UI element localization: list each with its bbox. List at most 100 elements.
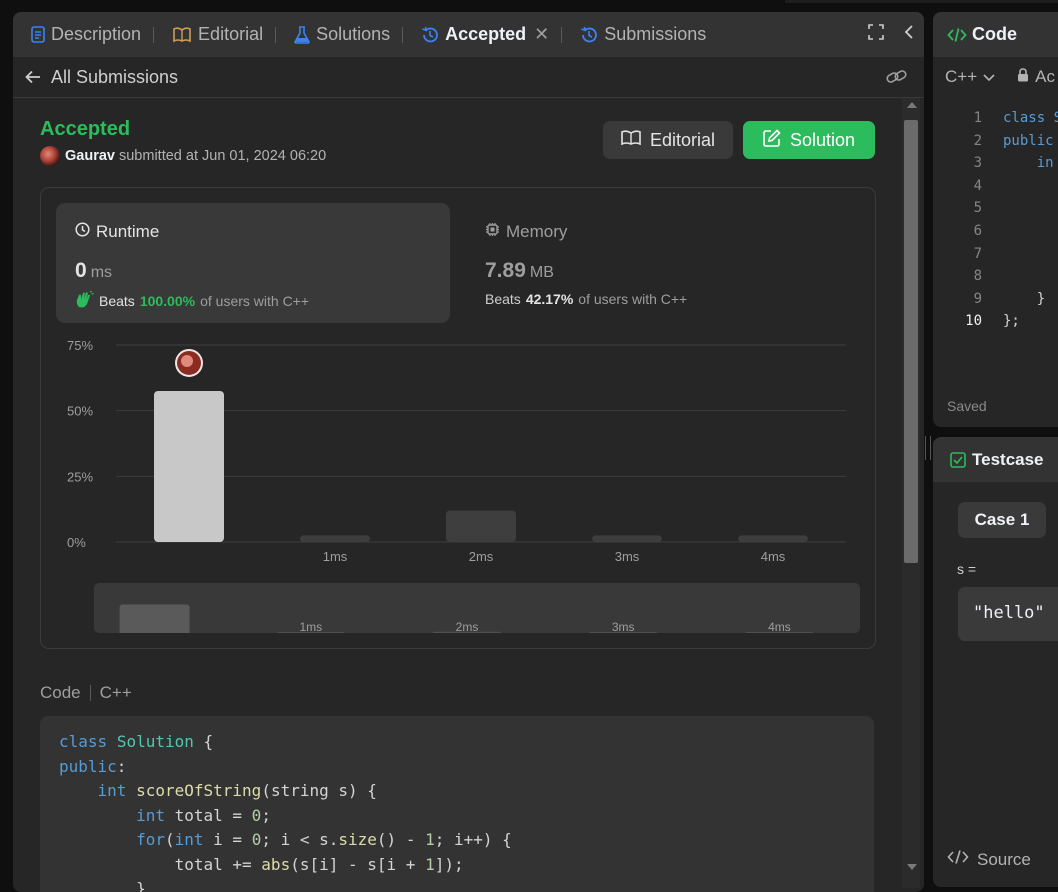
x-tick-label: 3ms <box>615 549 640 564</box>
editorial-button[interactable]: Editorial <box>603 121 733 159</box>
chart-svg: 0% 25% 50% 75% 1ms 2ms 3ms 4ms <box>67 338 846 564</box>
tab-description[interactable]: Description <box>13 12 155 57</box>
all-submissions-link[interactable]: All Submissions <box>51 67 178 88</box>
chart-range-selector[interactable]: 1ms 2ms 3ms 4ms <box>94 583 860 633</box>
editor-line: 4 <box>933 175 1058 198</box>
user-avatar-marker-face <box>181 354 193 367</box>
mini-x-tick-label: 3ms <box>612 620 635 633</box>
scrollbar[interactable] <box>902 98 920 888</box>
solution-button[interactable]: Solution <box>743 121 875 159</box>
tab-solutions[interactable]: Solutions <box>276 12 404 57</box>
editor-line: 6 <box>933 220 1058 243</box>
checkbox-icon <box>950 451 966 468</box>
runtime-beats-suffix: of users with C++ <box>200 293 310 309</box>
mini-x-tick-label: 2ms <box>456 620 479 633</box>
code-token: int <box>136 805 165 825</box>
editor-mode-label[interactable]: Ac <box>1035 67 1055 87</box>
code-token: 0 <box>251 830 262 849</box>
code-token: public <box>59 756 117 776</box>
code-token: (string s) { <box>261 781 377 800</box>
panel-tabbar: Description Editorial Solutions Accepted… <box>13 12 924 57</box>
code-token: class <box>59 732 108 751</box>
runtime-unit: ms <box>90 264 113 281</box>
mini-x-tick-label: 4ms <box>768 620 791 633</box>
line-number: 2 <box>973 132 982 149</box>
language-select-value: C++ <box>945 67 978 86</box>
line-number: 9 <box>973 290 982 307</box>
memory-beats: Beats 42.17% of users with C++ <box>485 291 687 307</box>
code-token: for <box>136 830 165 849</box>
panel-resize-handle[interactable] <box>925 436 931 460</box>
editor-line: 3 in <box>933 152 1058 175</box>
memory-label: Memory <box>506 222 568 241</box>
memory-card[interactable]: Memory 7.89 MB Beats 42.17% of users with… <box>471 203 865 323</box>
case-tab-1[interactable]: Case 1 <box>958 502 1046 538</box>
code-token: size <box>338 830 377 849</box>
runtime-beats-percent: 100.00% <box>139 293 196 309</box>
mini-chart-svg: 1ms 2ms 3ms 4ms <box>119 604 814 633</box>
code-editor[interactable]: 1 class S 2 public 3 in 4 5 6 7 8 9 } 10}; <box>933 107 1058 333</box>
code-token: { <box>193 732 214 751</box>
book-icon <box>621 129 641 151</box>
close-icon[interactable]: ✕ <box>534 24 549 45</box>
runtime-label: Runtime <box>96 222 160 241</box>
chevron-left-icon[interactable] <box>904 24 914 45</box>
submitted-code-block[interactable]: class Solution {public: int scoreOfStrin… <box>40 716 874 892</box>
memory-value: 7.89 MB <box>485 259 554 283</box>
editor-line: 7 <box>933 243 1058 266</box>
editor-line: 10}; <box>933 310 1058 333</box>
x-tick-label: 1ms <box>323 549 348 564</box>
submitter-name[interactable]: Gaurav <box>65 148 115 164</box>
code-token: ( <box>164 830 175 849</box>
runtime-value: 0 ms <box>75 259 112 283</box>
scroll-down-arrow-icon[interactable] <box>907 864 917 870</box>
code-line: int scoreOfString(string s) { <box>59 779 512 804</box>
avatar[interactable] <box>40 146 60 166</box>
memory-beats-prefix: Beats <box>485 291 521 307</box>
clock-icon <box>75 222 90 242</box>
tab-submissions[interactable]: Submissions <box>562 12 706 57</box>
source-link[interactable]: Source <box>947 849 1031 870</box>
code-token: () - <box>376 830 426 849</box>
runtime-card[interactable]: Runtime 0 ms Beats 100.00% of users with … <box>56 203 450 323</box>
code-token: total += <box>59 854 262 874</box>
code-token: Solution <box>116 732 194 751</box>
tab-editorial[interactable]: Editorial <box>154 12 277 57</box>
document-icon <box>31 26 45 43</box>
chart-bar <box>592 535 662 542</box>
code-section-header: Code C++ <box>40 683 132 703</box>
editor-line: 8 <box>933 265 1058 288</box>
memory-beats-suffix: of users with C++ <box>578 291 688 307</box>
source-label: Source <box>977 849 1031 869</box>
solution-button-label: Solution <box>789 129 856 150</box>
y-tick-label: 75% <box>67 338 93 353</box>
y-tick-label: 50% <box>67 404 93 419</box>
runtime-number: 0 <box>75 259 87 282</box>
tab-editorial-label: Editorial <box>198 24 264 44</box>
input-variable-field[interactable]: "hello" <box>958 587 1058 641</box>
back-arrow-icon[interactable] <box>25 70 41 84</box>
scroll-up-arrow-icon[interactable] <box>907 102 917 108</box>
memory-header: Memory <box>485 222 567 242</box>
code-lines: class Solution {public: int scoreOfStrin… <box>59 730 512 892</box>
language-select[interactable]: C++ <box>945 67 995 87</box>
code-token: (s[i] - s[i + <box>290 854 426 874</box>
code-line: total += abs(s[i] - s[i + 1]); <box>59 853 512 878</box>
book-icon <box>172 26 192 43</box>
code-brackets-icon <box>947 27 967 43</box>
code-token: scoreOfString <box>136 781 262 800</box>
tab-solutions-label: Solutions <box>316 24 391 44</box>
code-panel-header: Code <box>933 12 1058 57</box>
editor-line-text: in <box>1003 155 1054 172</box>
link-icon[interactable] <box>886 68 908 91</box>
tab-accepted[interactable]: Accepted ✕ <box>403 12 563 57</box>
line-number: 10 <box>965 313 982 330</box>
maximize-icon[interactable] <box>868 24 884 45</box>
runtime-beats-prefix: Beats <box>99 293 135 309</box>
chart-bar <box>738 535 808 542</box>
editor-line-text: }; <box>1003 313 1020 330</box>
scrollbar-thumb[interactable] <box>904 120 918 563</box>
code-token: 1 <box>425 830 435 849</box>
